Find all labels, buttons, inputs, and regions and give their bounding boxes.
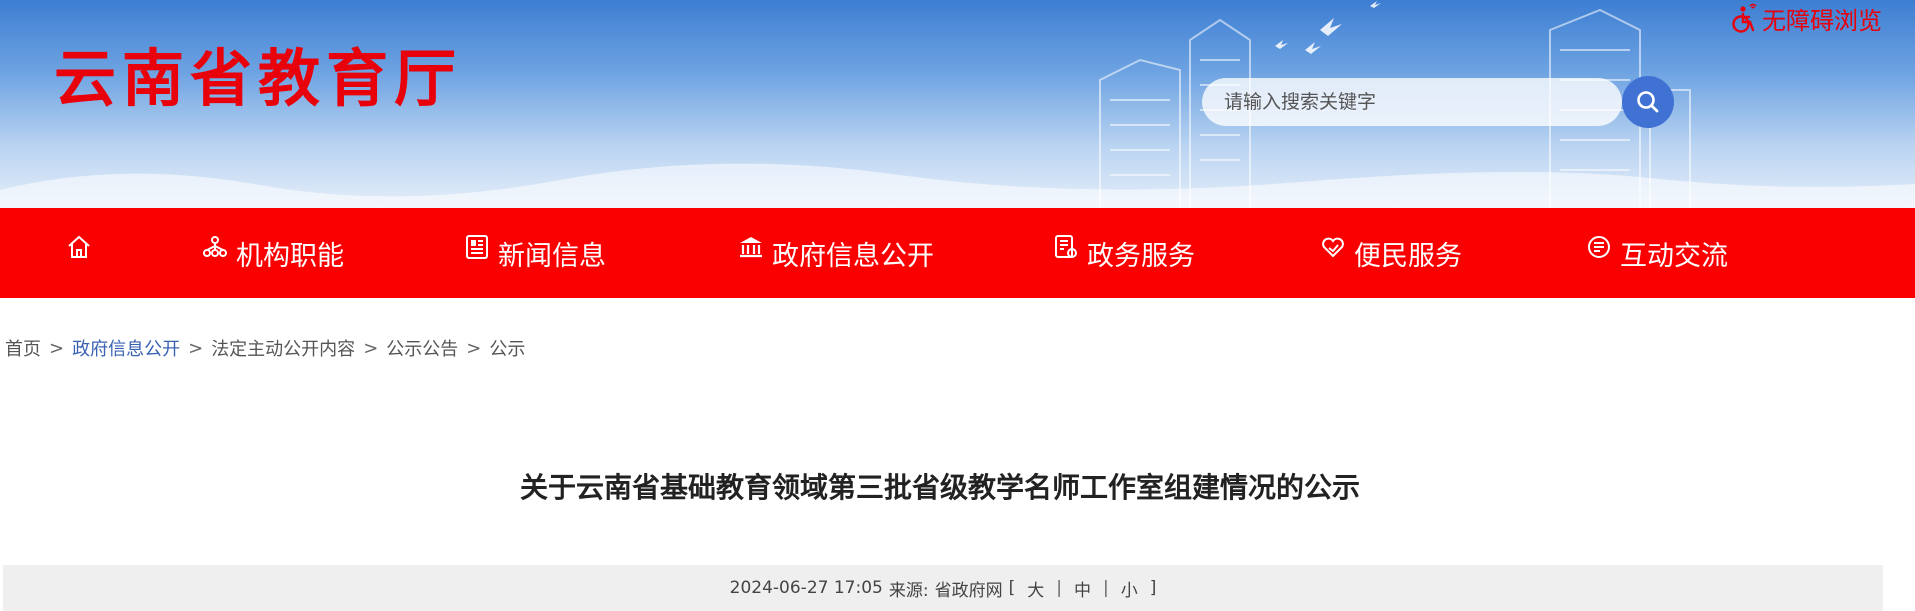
breadcrumb: 首页 > 政府信息公开 > 法定主动公开内容 > 公示公告 > 公示: [5, 335, 525, 361]
site-logo[interactable]: 云南省教育厅: [54, 28, 462, 118]
nav-item-label: 互动交流: [1620, 240, 1728, 272]
search-icon: [1637, 91, 1659, 113]
nav-item-label: 政府信息公开: [772, 240, 934, 272]
source-label: 来源:: [888, 580, 929, 601]
font-size-medium-button[interactable]: 中: [1068, 576, 1097, 601]
article-meta-bar: 2024-06-27 17:05 来源: 省政府网 [ 大 | 中 | 小 ]: [3, 565, 1883, 611]
home-icon: [68, 235, 90, 258]
accessibility-link[interactable]: 无障碍浏览: [1728, 0, 1882, 36]
article-title: 关于云南省基础教育领域第三批省级教学名师工作室组建情况的公示: [519, 471, 1360, 504]
breadcrumb-link-home[interactable]: 首页: [5, 335, 41, 361]
search-input[interactable]: [1202, 78, 1622, 126]
font-size-large-button[interactable]: 大: [1021, 576, 1050, 601]
breadcrumb-link-publicity[interactable]: 公示: [489, 335, 525, 361]
wheelchair-icon: [1732, 3, 1757, 33]
site-header: 云南省教育厅 无障碍浏览: [0, 0, 1915, 208]
nav-item-gov-info-disclosure[interactable]: 政府信息公开: [738, 208, 934, 298]
service-document-icon: [1055, 235, 1077, 258]
search-button[interactable]: [1622, 76, 1674, 128]
org-chart-icon: [203, 236, 227, 257]
interaction-icon: [1588, 236, 1610, 258]
breadcrumb-separator: >: [466, 337, 482, 359]
breadcrumb-separator: >: [363, 337, 379, 359]
accessibility-label: 无障碍浏览: [1762, 6, 1882, 35]
main-nav: 机构职能 新闻信息 政府信息公开 政务服务 便民服务 互动交流: [0, 208, 1915, 298]
nav-item-label: 新闻信息: [498, 240, 606, 272]
nav-item-home[interactable]: [66, 208, 100, 298]
nav-item-label: 政务服务: [1087, 240, 1195, 272]
breadcrumb-link-statutory-content[interactable]: 法定主动公开内容: [211, 335, 355, 361]
news-icon: [466, 235, 488, 259]
cloud-decoration: [0, 163, 1915, 208]
nav-item-label: 便民服务: [1354, 240, 1462, 272]
government-building-icon: [740, 237, 762, 258]
publish-date: 2024-06-27 17:05: [729, 578, 883, 598]
breadcrumb-separator: >: [49, 337, 65, 359]
nav-item-gov-services[interactable]: 政务服务: [1053, 208, 1195, 298]
source-name: 省政府网: [934, 580, 1003, 601]
breadcrumb-link-gov-info[interactable]: 政府信息公开: [72, 335, 180, 361]
nav-item-public-services[interactable]: 便民服务: [1320, 208, 1462, 298]
heart-hand-icon: [1322, 237, 1344, 258]
font-size-bracket-close: ]: [1149, 578, 1157, 598]
nav-item-interaction[interactable]: 互动交流: [1586, 208, 1728, 298]
breadcrumb-link-notices[interactable]: 公示公告: [386, 335, 458, 361]
nav-item-news[interactable]: 新闻信息: [464, 208, 606, 298]
breadcrumb-separator: >: [188, 337, 204, 359]
font-size-bracket-open: [: [1008, 578, 1016, 598]
nav-item-label: 机构职能: [236, 240, 344, 272]
font-size-divider: |: [1056, 578, 1062, 598]
font-size-divider: |: [1102, 578, 1109, 598]
font-size-small-button[interactable]: 小: [1115, 576, 1144, 601]
nav-item-org-functions[interactable]: 机构职能: [202, 208, 344, 298]
